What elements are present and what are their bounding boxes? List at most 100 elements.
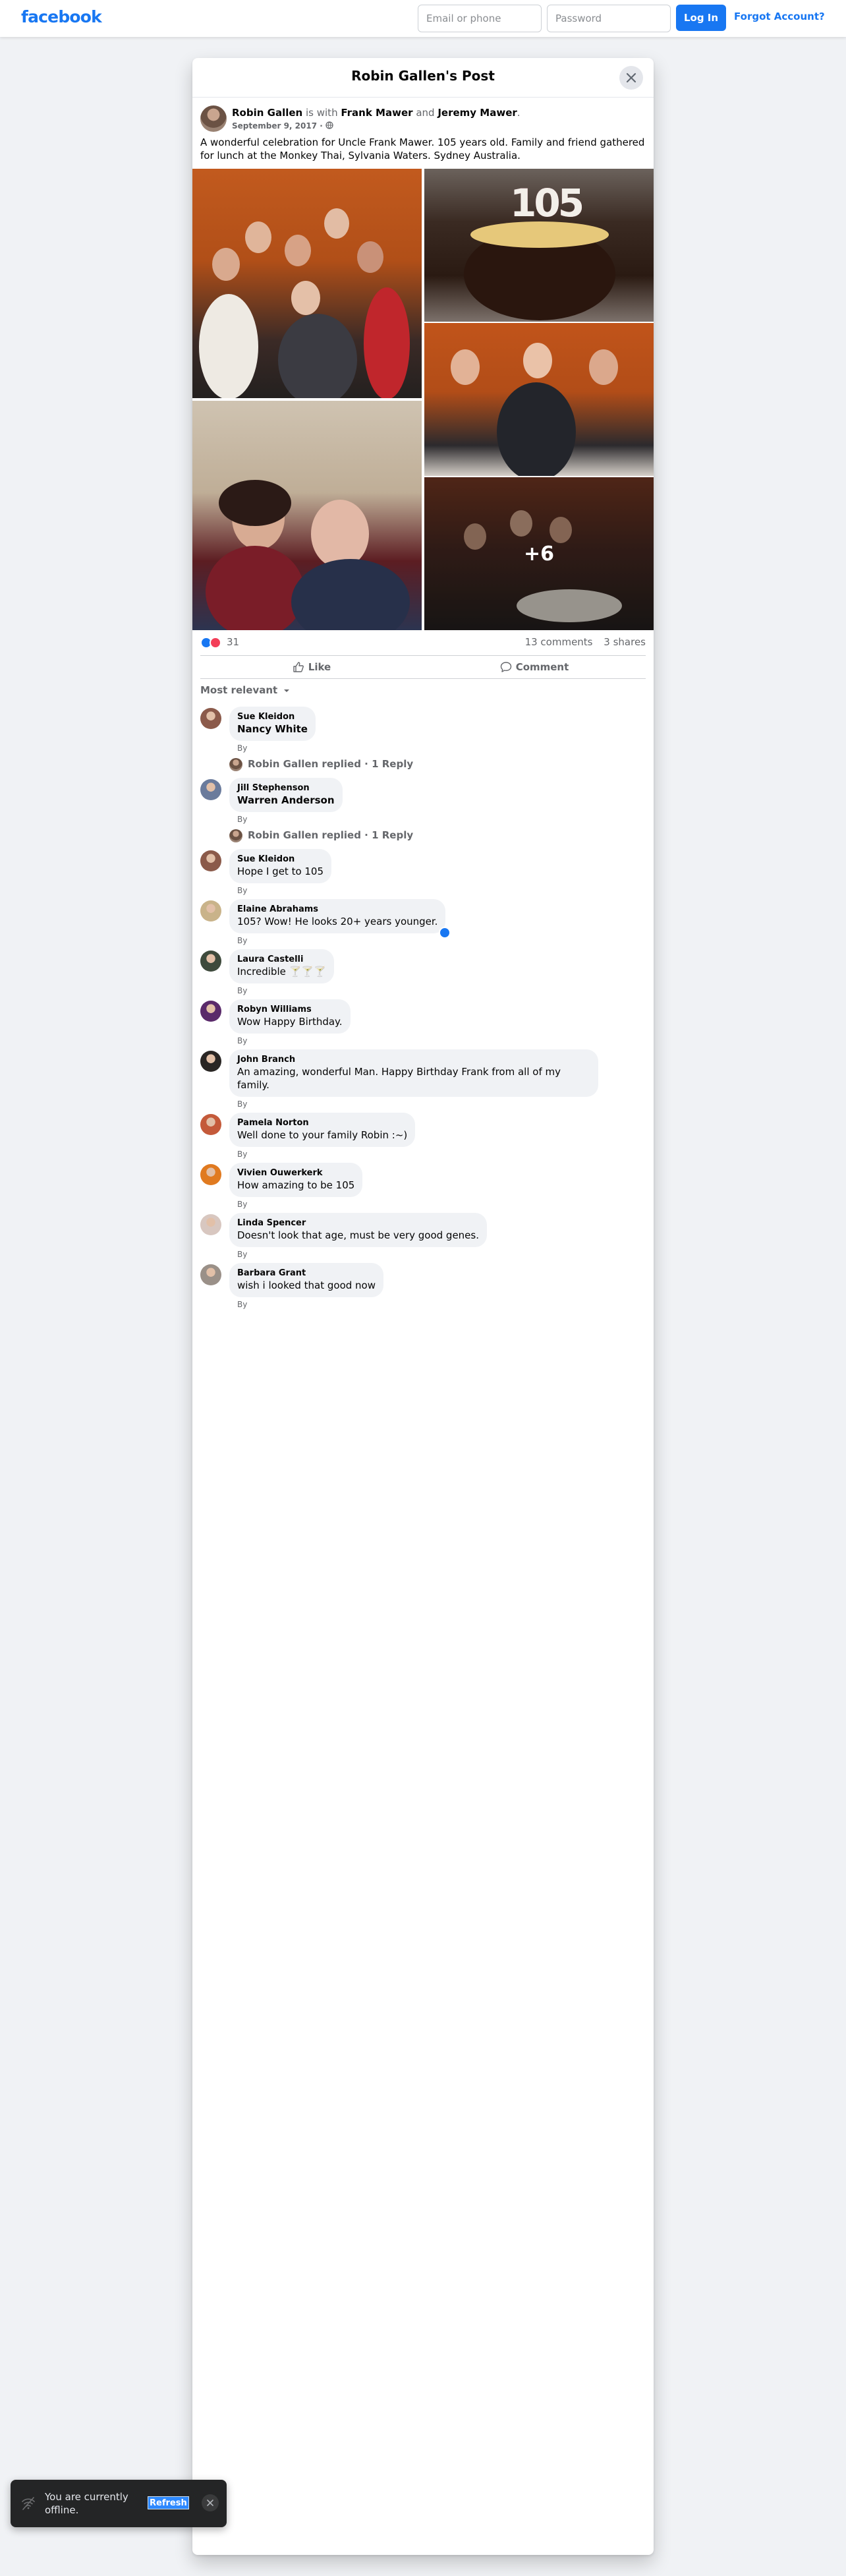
commenter-avatar[interactable] (200, 1264, 221, 1285)
comment-text: 105? Wow! He looks 20+ years younger. (237, 916, 438, 927)
comment-label: Comment (515, 661, 569, 673)
close-button[interactable] (619, 66, 643, 90)
love-reaction-icon (210, 637, 221, 649)
commenter-name[interactable]: Jill Stephenson (237, 783, 335, 794)
comment-text: Nancy White (237, 723, 308, 735)
photo-more[interactable]: +6 (424, 477, 654, 630)
commenter-avatar[interactable] (200, 779, 221, 800)
commenter-avatar[interactable] (200, 1214, 221, 1235)
photo-couple[interactable] (192, 401, 422, 630)
post-actions: Like Comment (200, 655, 646, 679)
comment-sort-dropdown[interactable]: Most relevant (200, 684, 290, 696)
commenter-avatar[interactable] (200, 900, 221, 922)
comment-bubble: Barbara Grant wish i looked that good now (229, 1263, 383, 1297)
refresh-button[interactable]: Refresh (148, 2496, 189, 2509)
post-stats: 31 13 comments 3 shares (200, 635, 646, 651)
photo-men[interactable] (424, 323, 654, 476)
close-icon (626, 73, 636, 83)
comment-item: Linda Spencer Doesn't look that age, must… (200, 1213, 646, 1259)
comment-item: Pamela Norton Well done to your family Ro… (200, 1113, 646, 1159)
comment-bubble: Pamela Norton Well done to your family Ro… (229, 1113, 416, 1147)
forgot-account-link[interactable]: Forgot Account? (734, 11, 825, 22)
comment-bubble: Jill Stephenson Warren Anderson (229, 778, 343, 812)
comment-text: Well done to your family Robin :~) (237, 1129, 408, 1141)
offline-toast: You are currently offline. Refresh (11, 2480, 227, 2527)
tagged-person-2[interactable]: Jeremy Mawer (437, 107, 517, 119)
facebook-logo[interactable]: facebook (21, 7, 102, 26)
comment-list: Sue Kleidon Nancy White By Robin Gallen rep… (200, 707, 646, 1313)
stats-right: 13 comments 3 shares (517, 636, 646, 648)
commenter-name[interactable]: John Branch (237, 1055, 590, 1065)
view-replies-link[interactable]: Robin Gallen replied · 1 Reply (200, 828, 646, 846)
commenter-avatar[interactable] (200, 951, 221, 972)
commenter-name[interactable]: Sue Kleidon (237, 854, 324, 865)
photo-cake[interactable]: 105 (424, 169, 654, 322)
like-icon (293, 662, 304, 672)
comment-meta: By (237, 1200, 248, 1209)
sort-label: Most relevant (200, 684, 278, 696)
globe-icon (325, 121, 333, 129)
commenter-avatar[interactable] (200, 1164, 221, 1185)
toast-close-button[interactable] (202, 2494, 219, 2511)
tagged-person-1[interactable]: Frank Mawer (341, 107, 412, 119)
comment-bubble: Sue Kleidon Nancy White (229, 707, 316, 741)
comment-text: How amazing to be 105 (237, 1179, 355, 1191)
reply-summary: Robin Gallen replied · 1 Reply (248, 829, 414, 841)
comment-meta: By (237, 744, 248, 753)
top-navigation-bar: facebook Log In Forgot Account? (0, 0, 846, 37)
email-field[interactable] (418, 5, 542, 32)
comment-bubble: Robyn Williams Wow Happy Birthday. (229, 999, 351, 1034)
comment-item: Vivien Ouwerkerk How amazing to be 105 By (200, 1163, 646, 1209)
password-field[interactable] (547, 5, 671, 32)
commenter-avatar[interactable] (200, 1114, 221, 1135)
author-name[interactable]: Robin Gallen (232, 107, 302, 119)
commenter-name[interactable]: Pamela Norton (237, 1118, 407, 1128)
comment-bubble: Linda Spencer Doesn't look that age, must… (229, 1213, 487, 1247)
comment-text: Doesn't look that age, must be very good… (237, 1229, 479, 1241)
comments-count[interactable]: 13 comments (525, 636, 593, 648)
comment-text: Wow Happy Birthday. (237, 1016, 343, 1028)
replier-avatar (229, 758, 242, 771)
reply-summary: Robin Gallen replied · 1 Reply (248, 758, 414, 770)
commenter-avatar[interactable] (200, 850, 221, 871)
comment-bubble: Elaine Abrahams 105? Wow! He looks 20+ ye… (229, 899, 451, 939)
commenter-name[interactable]: Robyn Williams (237, 1005, 343, 1015)
login-button[interactable]: Log In (676, 5, 726, 31)
comment-item: Elaine Abrahams 105? Wow! He looks 20+ ye… (200, 899, 646, 945)
comment-item: Laura Castelli Incredible 🍸🍸🍸 By (200, 949, 646, 995)
reaction-count[interactable]: 31 (227, 636, 239, 648)
more-photos-count[interactable]: +6 (424, 477, 654, 630)
post-dialog: Robin Gallen's Post Robin Gallen is with… (192, 58, 654, 2555)
commenter-avatar[interactable] (200, 708, 221, 729)
commenter-name[interactable]: Linda Spencer (237, 1218, 479, 1229)
comment-meta: By (237, 936, 248, 945)
commenter-name[interactable]: Barbara Grant (237, 1268, 376, 1279)
commenter-name[interactable]: Elaine Abrahams (237, 904, 437, 915)
comment-text: Hope I get to 105 (237, 865, 324, 877)
commenter-avatar[interactable] (200, 1001, 221, 1022)
with-text: is with (306, 107, 338, 119)
photo-group[interactable] (192, 169, 422, 398)
comment-button[interactable]: Comment (423, 656, 646, 678)
comment-meta: By (237, 1099, 248, 1109)
comment-icon (500, 662, 511, 672)
commenter-name[interactable]: Sue Kleidon (237, 712, 308, 722)
commenter-avatar[interactable] (200, 1051, 221, 1072)
comment-bubble: Laura Castelli Incredible 🍸🍸🍸 (229, 949, 334, 983)
comment-bubble: John Branch An amazing, wonderful Man. Ha… (229, 1049, 598, 1097)
commenter-name[interactable]: Laura Castelli (237, 954, 326, 965)
author-avatar[interactable] (200, 105, 227, 132)
comment-text: wish i looked that good now (237, 1279, 376, 1291)
chevron-down-icon (284, 689, 290, 692)
comment-meta: By (237, 1300, 248, 1309)
view-replies-link[interactable]: Robin Gallen replied · 1 Reply (200, 757, 646, 775)
comment-bubble: Sue Kleidon Hope I get to 105 (229, 849, 332, 883)
shares-count[interactable]: 3 shares (604, 636, 646, 648)
comment-meta: By (237, 886, 248, 895)
commenter-name[interactable]: Vivien Ouwerkerk (237, 1168, 354, 1179)
comment-item: Barbara Grant wish i looked that good now… (200, 1263, 646, 1309)
post-date[interactable]: September 9, 2017 · (232, 121, 325, 131)
like-button[interactable]: Like (200, 656, 423, 678)
wifi-off-icon (22, 2497, 35, 2510)
offline-message: You are currently offline. (45, 2491, 128, 2516)
